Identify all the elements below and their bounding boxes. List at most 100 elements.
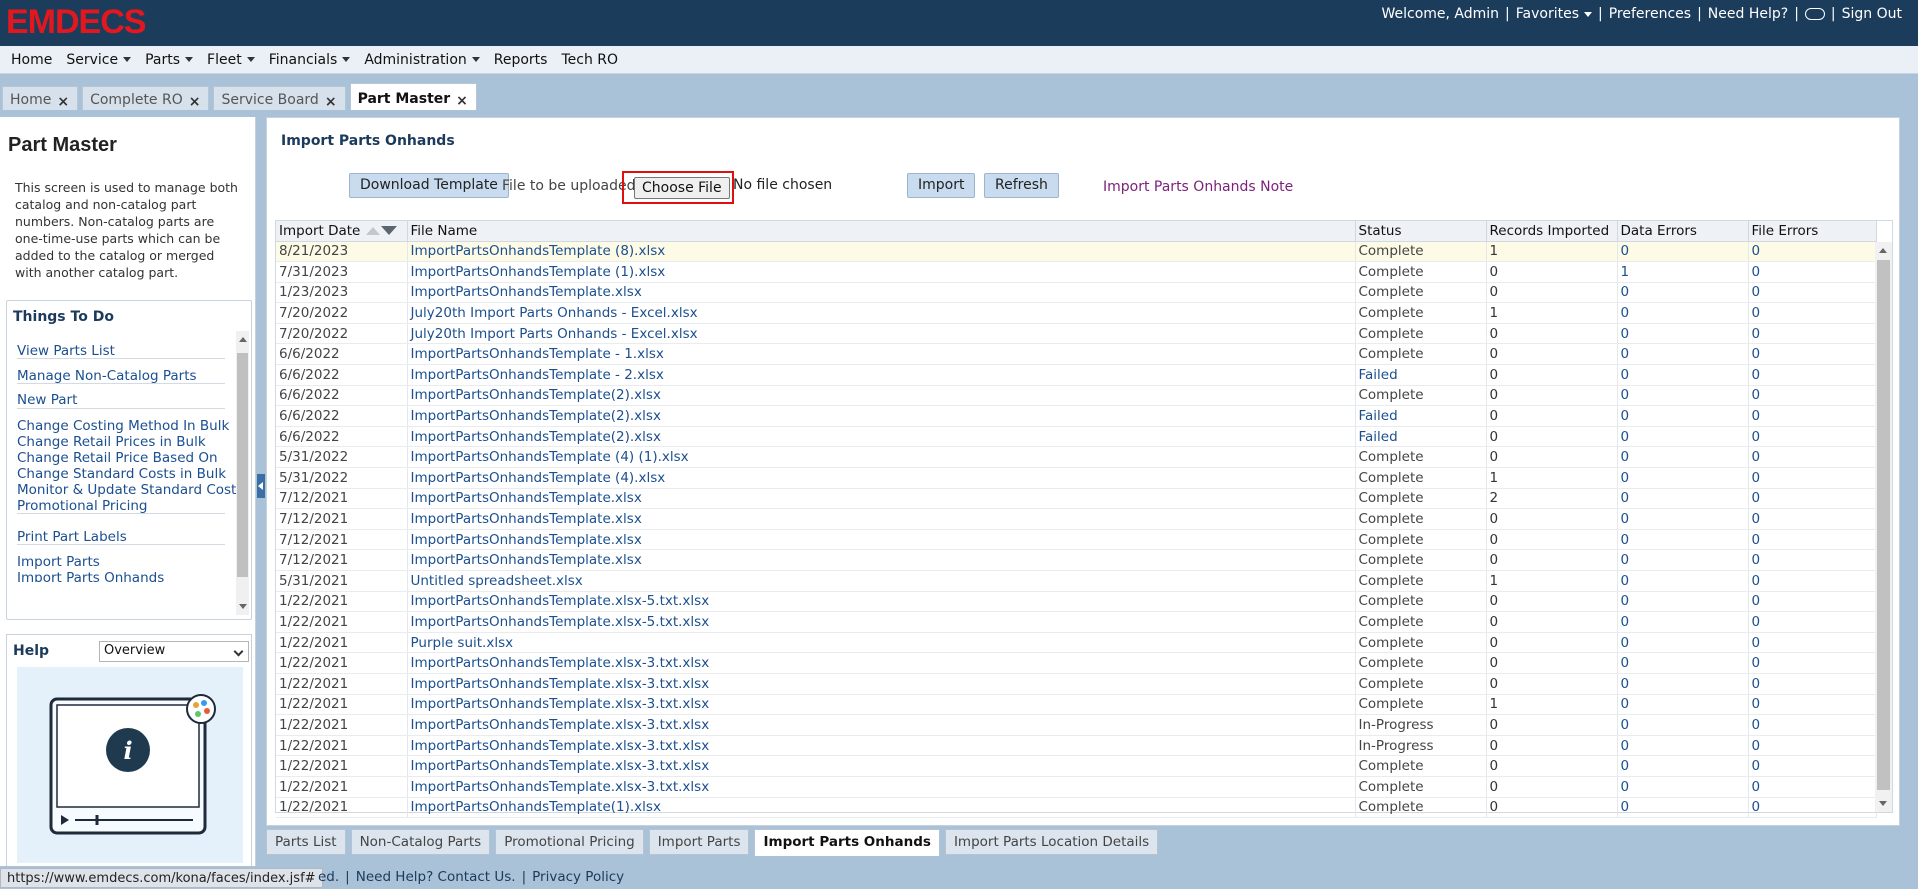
cell-file-name[interactable]: ImportPartsOnhandsTemplate.xlsx-5.txt.xl… xyxy=(407,591,1356,613)
cell-data-errors[interactable]: 0 xyxy=(1617,385,1749,407)
cell-file-name[interactable]: ImportPartsOnhandsTemplate.xlsx xyxy=(407,508,1356,530)
menu-item-service[interactable]: Service xyxy=(59,52,138,68)
table-row[interactable]: 1/22/2021 ImportPartsOnhandsTemplate.xlsx… xyxy=(276,694,1877,716)
contact-us-link[interactable]: Need Help? Contact Us. xyxy=(350,869,522,885)
col-import-date[interactable]: Import Date xyxy=(276,221,408,242)
cell-file-errors[interactable]: 0 xyxy=(1748,549,1877,571)
cell-data-errors[interactable]: 0 xyxy=(1617,776,1749,798)
subtab-promotional-pricing[interactable]: Promotional Pricing xyxy=(495,829,644,855)
cell-file-name[interactable]: ImportPartsOnhandsTemplate.xlsx-3.txt.xl… xyxy=(407,735,1356,757)
cell-file-errors[interactable]: 0 xyxy=(1748,714,1877,736)
cell-file-name[interactable]: ImportPartsOnhandsTemplate.xlsx-3.txt.xl… xyxy=(407,673,1356,695)
cell-file-errors[interactable]: 0 xyxy=(1748,426,1877,448)
todo-link-change-standard-costs-in-bulk[interactable]: Change Standard Costs in Bulk xyxy=(17,466,226,482)
privacy-policy-link[interactable]: Privacy Policy xyxy=(526,869,630,885)
cell-file-name[interactable]: Untitled spreadsheet.xlsx xyxy=(407,570,1356,592)
cell-file-errors[interactable]: 0 xyxy=(1748,405,1877,427)
cell-data-errors[interactable]: 1 xyxy=(1617,261,1749,283)
cell-data-errors[interactable]: 0 xyxy=(1617,467,1749,489)
cell-file-errors[interactable]: 0 xyxy=(1748,282,1877,304)
cell-data-errors[interactable]: 0 xyxy=(1617,570,1749,592)
menu-item-tech-ro[interactable]: Tech RO xyxy=(554,52,625,68)
table-row[interactable]: 7/20/2022 July20th Import Parts Onhands -… xyxy=(276,302,1877,324)
todo-link-new-part[interactable]: New Part xyxy=(17,392,77,408)
table-row[interactable]: 7/12/2021 ImportPartsOnhandsTemplate.xlsx… xyxy=(276,508,1877,530)
cell-file-errors[interactable]: 0 xyxy=(1748,261,1877,283)
cell-status[interactable]: Failed xyxy=(1355,364,1487,386)
tab-home[interactable]: Home × xyxy=(2,86,79,110)
menu-item-parts[interactable]: Parts xyxy=(138,52,200,68)
cell-data-errors[interactable]: 0 xyxy=(1617,241,1749,263)
cell-file-name[interactable]: ImportPartsOnhandsTemplate.xlsx-3.txt.xl… xyxy=(407,652,1356,674)
cell-data-errors[interactable]: 0 xyxy=(1617,591,1749,613)
todo-link-manage-non-catalog-parts[interactable]: Manage Non-Catalog Parts xyxy=(17,368,197,384)
table-row[interactable]: 1/22/2021 ImportPartsOnhandsTemplate.xlsx… xyxy=(276,714,1877,736)
tab-complete-ro[interactable]: Complete RO × xyxy=(82,86,210,110)
refresh-button[interactable]: Refresh xyxy=(984,173,1059,198)
scroll-down-icon[interactable] xyxy=(1879,801,1887,806)
table-row[interactable]: 5/31/2021 Untitled spreadsheet.xlsx Comple… xyxy=(276,570,1877,592)
cell-data-errors[interactable]: 0 xyxy=(1617,343,1749,366)
cell-file-name[interactable]: ImportPartsOnhandsTemplate - 2.xlsx xyxy=(407,364,1356,386)
cell-data-errors[interactable]: 0 xyxy=(1617,797,1749,819)
cell-data-errors[interactable]: 0 xyxy=(1617,611,1749,633)
cell-file-errors[interactable]: 0 xyxy=(1748,529,1877,551)
cell-file-errors[interactable]: 0 xyxy=(1748,673,1877,695)
cell-file-name[interactable]: ImportPartsOnhandsTemplate (4).xlsx xyxy=(407,467,1356,489)
cell-file-name[interactable]: ImportPartsOnhandsTemplate.xlsx-5.txt.xl… xyxy=(407,611,1356,633)
cell-file-name[interactable]: July20th Import Parts Onhands - Excel.xl… xyxy=(407,323,1356,345)
table-row[interactable]: 7/20/2022 July20th Import Parts Onhands -… xyxy=(276,323,1877,345)
menu-item-reports[interactable]: Reports xyxy=(487,52,555,68)
table-row[interactable]: 6/6/2022 ImportPartsOnhandsTemplate - 1.x… xyxy=(276,343,1877,366)
todo-scrollbar[interactable] xyxy=(236,331,249,615)
close-icon[interactable]: × xyxy=(57,95,69,109)
cell-file-name[interactable]: ImportPartsOnhandsTemplate - 1.xlsx xyxy=(407,343,1356,366)
cell-data-errors[interactable]: 0 xyxy=(1617,364,1749,386)
scroll-up-icon[interactable] xyxy=(1879,248,1887,253)
cell-data-errors[interactable]: 0 xyxy=(1617,529,1749,551)
cell-file-errors[interactable]: 0 xyxy=(1748,241,1877,263)
table-row[interactable]: 1/22/2021 Purple suit.xlsx Complete 0 0 0 xyxy=(276,632,1877,654)
table-row[interactable]: 1/22/2021 ImportPartsOnhandsTemplate.xlsx… xyxy=(276,591,1877,613)
cell-file-errors[interactable]: 0 xyxy=(1748,611,1877,633)
cell-data-errors[interactable]: 0 xyxy=(1617,632,1749,654)
cell-file-errors[interactable]: 0 xyxy=(1748,570,1877,592)
cell-data-errors[interactable]: 0 xyxy=(1617,694,1749,716)
choose-file-button[interactable]: Choose File xyxy=(634,177,730,199)
table-row[interactable]: 1/22/2021 ImportPartsOnhandsTemplate.xlsx… xyxy=(276,776,1877,798)
col-file-name[interactable]: File Name xyxy=(407,221,1356,242)
cell-file-errors[interactable]: 0 xyxy=(1748,302,1877,324)
cell-data-errors[interactable]: 0 xyxy=(1617,282,1749,304)
cell-data-errors[interactable]: 0 xyxy=(1617,323,1749,345)
download-template-button[interactable]: Download Template xyxy=(349,173,509,198)
import-button[interactable]: Import xyxy=(907,173,976,198)
table-row[interactable]: 8/21/2023 ImportPartsOnhandsTemplate (8).… xyxy=(276,241,1877,263)
cell-file-errors[interactable]: 0 xyxy=(1748,776,1877,798)
todo-link-monitor-update-standard-costs[interactable]: Monitor & Update Standard Costs xyxy=(17,482,243,498)
sort-asc-icon[interactable] xyxy=(366,226,381,235)
table-row[interactable]: 6/6/2022 ImportPartsOnhandsTemplate(2).xl… xyxy=(276,385,1877,407)
col-data-errors[interactable]: Data Errors xyxy=(1617,221,1749,242)
cell-file-errors[interactable]: 0 xyxy=(1748,488,1877,510)
sort-icon[interactable] xyxy=(366,223,398,239)
cell-file-name[interactable]: ImportPartsOnhandsTemplate (8).xlsx xyxy=(407,241,1356,263)
cell-file-errors[interactable]: 0 xyxy=(1748,694,1877,716)
cell-data-errors[interactable]: 0 xyxy=(1617,488,1749,510)
scroll-down-icon[interactable] xyxy=(239,604,247,609)
cell-data-errors[interactable]: 0 xyxy=(1617,426,1749,448)
menu-item-administration[interactable]: Administration xyxy=(357,52,486,68)
table-row[interactable]: 1/22/2021 ImportPartsOnhandsTemplate.xlsx… xyxy=(276,611,1877,633)
scroll-thumb[interactable] xyxy=(1877,260,1890,790)
scroll-up-icon[interactable] xyxy=(239,337,247,342)
cell-data-errors[interactable]: 0 xyxy=(1617,508,1749,530)
cell-file-errors[interactable]: 0 xyxy=(1748,797,1877,819)
cell-file-errors[interactable]: 0 xyxy=(1748,755,1877,777)
cell-file-errors[interactable]: 0 xyxy=(1748,364,1877,386)
cell-file-name[interactable]: ImportPartsOnhandsTemplate(1).xlsx xyxy=(407,797,1356,819)
cell-file-errors[interactable]: 0 xyxy=(1748,632,1877,654)
table-row[interactable]: 7/12/2021 ImportPartsOnhandsTemplate.xlsx… xyxy=(276,549,1877,571)
preferences-link[interactable]: Preferences xyxy=(1603,6,1697,22)
cell-data-errors[interactable]: 0 xyxy=(1617,673,1749,695)
cell-file-name[interactable]: ImportPartsOnhandsTemplate.xlsx xyxy=(407,529,1356,551)
cell-file-name[interactable]: ImportPartsOnhandsTemplate.xlsx-3.txt.xl… xyxy=(407,694,1356,716)
